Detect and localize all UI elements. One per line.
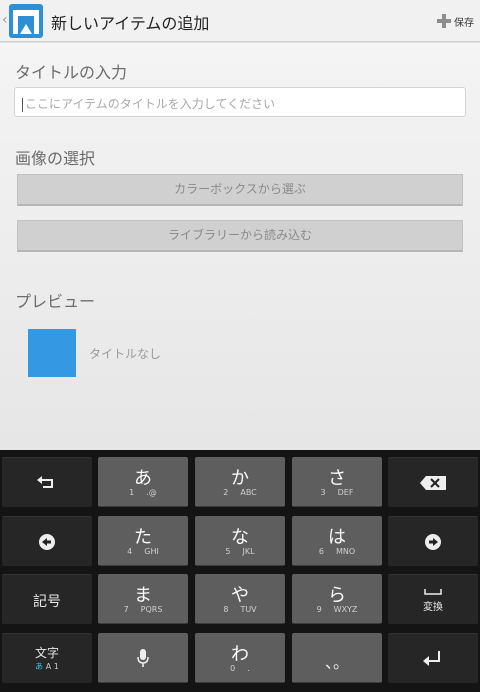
cursor-right-key[interactable] bbox=[388, 516, 478, 566]
key-letters: DEF bbox=[337, 488, 354, 497]
title-input[interactable]: ここにアイテムのタイトルを入力してください bbox=[14, 87, 466, 117]
up-navigation-icon[interactable]: ‹ bbox=[2, 12, 8, 28]
cursor-left-key[interactable] bbox=[2, 516, 92, 566]
key-sub-label: 5 JKL bbox=[195, 547, 285, 556]
key-sub-label: 0. bbox=[195, 664, 285, 673]
undo-icon bbox=[37, 476, 53, 488]
arrow-right-icon bbox=[425, 534, 441, 550]
space-convert-key[interactable]: 変換 bbox=[388, 574, 478, 624]
key-number: 2 bbox=[223, 488, 229, 497]
enter-key[interactable] bbox=[388, 633, 478, 683]
key-main-label: あ bbox=[134, 468, 152, 489]
key-sub-label: 3 DEF bbox=[292, 488, 382, 497]
key-letters: ABC bbox=[240, 488, 257, 497]
symbols-key-label: 記号 bbox=[33, 594, 61, 610]
key-sub-label: 1 .@ bbox=[98, 488, 188, 497]
key-letters: MNO bbox=[335, 547, 356, 556]
plus-icon bbox=[437, 14, 451, 28]
key-main-label: な bbox=[231, 527, 249, 548]
save-button[interactable]: 保存 bbox=[437, 12, 474, 30]
key-main-label: ま bbox=[134, 585, 152, 606]
key-number: 1 bbox=[129, 488, 135, 497]
key-number: 8 bbox=[223, 605, 229, 614]
key-ta[interactable]: た 4 GHI bbox=[98, 516, 188, 566]
key-main-label: は bbox=[328, 527, 346, 548]
title-section-label: タイトルの入力 bbox=[15, 63, 128, 82]
key-number: 3 bbox=[320, 488, 326, 497]
key-sub-label: 7 PQRS bbox=[98, 605, 188, 614]
key-letters: JKL bbox=[242, 547, 255, 556]
input-mode-label: 文字 bbox=[34, 646, 59, 660]
input-mode-key[interactable]: 文字 あ A 1 bbox=[2, 633, 92, 683]
key-ma[interactable]: ま 7 PQRS bbox=[98, 574, 188, 624]
soft-keyboard: あ 1 .@ か 2 ABC さ 3 DEF た 4 GHI な 5 JKL は 6 MNO bbox=[0, 450, 480, 692]
arrow-left-icon bbox=[39, 534, 55, 550]
library-button[interactable]: ライブラリーから読み込む bbox=[17, 220, 463, 252]
app-logo-icon[interactable] bbox=[9, 4, 43, 38]
punctuation-key[interactable]: 、。 bbox=[292, 633, 382, 683]
voice-input-key[interactable] bbox=[98, 633, 188, 683]
key-ya[interactable]: や 8 TUV bbox=[195, 574, 285, 624]
save-button-label: 保存 bbox=[454, 17, 474, 29]
key-sub-label: 6 MNO bbox=[292, 547, 382, 556]
key-ha[interactable]: は 6 MNO bbox=[292, 516, 382, 566]
key-letters: . bbox=[247, 664, 250, 673]
form-content: タイトルの入力 ここにアイテムのタイトルを入力してください 画像の選択 カラーボ… bbox=[0, 43, 480, 450]
key-main-label: た bbox=[134, 527, 152, 548]
action-bar: ‹ 新しいアイテムの追加 保存 bbox=[0, 0, 480, 42]
key-sub-label: 4 GHI bbox=[98, 547, 188, 556]
key-sa[interactable]: さ 3 DEF bbox=[292, 457, 382, 507]
preview-color-swatch bbox=[28, 329, 76, 377]
key-ka[interactable]: か 2 ABC bbox=[195, 457, 285, 507]
preview-title: タイトルなし bbox=[89, 347, 162, 361]
key-main-label: さ bbox=[328, 468, 346, 489]
key-main-label: わ bbox=[231, 644, 249, 665]
key-number: 6 bbox=[318, 547, 324, 556]
backspace-key[interactable] bbox=[388, 457, 478, 507]
undo-key[interactable] bbox=[2, 457, 92, 507]
key-na[interactable]: な 5 JKL bbox=[195, 516, 285, 566]
colorbox-button[interactable]: カラーボックスから選ぶ bbox=[17, 174, 463, 206]
key-ra[interactable]: ら 9 WXYZ bbox=[292, 574, 382, 624]
key-sub-label: 9 WXYZ bbox=[292, 605, 382, 614]
microphone-icon bbox=[137, 649, 149, 667]
key-letters: .@ bbox=[146, 488, 157, 497]
key-sub-label: 8 TUV bbox=[195, 605, 285, 614]
preview-section-label: プレビュー bbox=[15, 292, 96, 311]
punctuation-label: 、。 bbox=[324, 653, 349, 672]
image-section-label: 画像の選択 bbox=[15, 149, 96, 168]
backspace-icon bbox=[420, 476, 446, 490]
key-main-label: か bbox=[231, 468, 249, 489]
key-wa[interactable]: わ 0. bbox=[195, 633, 285, 683]
input-mode-sub: あ A 1 bbox=[2, 661, 92, 672]
text-cursor bbox=[22, 97, 23, 112]
key-letters: WXYZ bbox=[333, 605, 358, 614]
space-icon bbox=[424, 589, 442, 595]
alnum-mode-indicator: A 1 bbox=[45, 662, 59, 671]
key-sub-label: 2 ABC bbox=[195, 488, 285, 497]
key-number: 0 bbox=[230, 664, 236, 673]
page-title: 新しいアイテムの追加 bbox=[51, 14, 210, 33]
symbols-key[interactable]: 記号 bbox=[2, 574, 92, 624]
enter-icon bbox=[423, 651, 440, 666]
key-letters: PQRS bbox=[140, 605, 163, 614]
title-input-placeholder: ここにアイテムのタイトルを入力してください bbox=[25, 97, 276, 111]
key-letters: GHI bbox=[144, 547, 159, 556]
hiragana-mode-indicator: あ bbox=[35, 662, 44, 671]
key-number: 9 bbox=[316, 605, 322, 614]
key-letters: TUV bbox=[240, 605, 257, 614]
key-a[interactable]: あ 1 .@ bbox=[98, 457, 188, 507]
convert-label: 変換 bbox=[423, 602, 443, 613]
key-number: 5 bbox=[225, 547, 231, 556]
key-main-label: や bbox=[231, 585, 249, 606]
key-number: 7 bbox=[123, 605, 129, 614]
key-main-label: ら bbox=[328, 585, 346, 606]
key-number: 4 bbox=[127, 547, 133, 556]
